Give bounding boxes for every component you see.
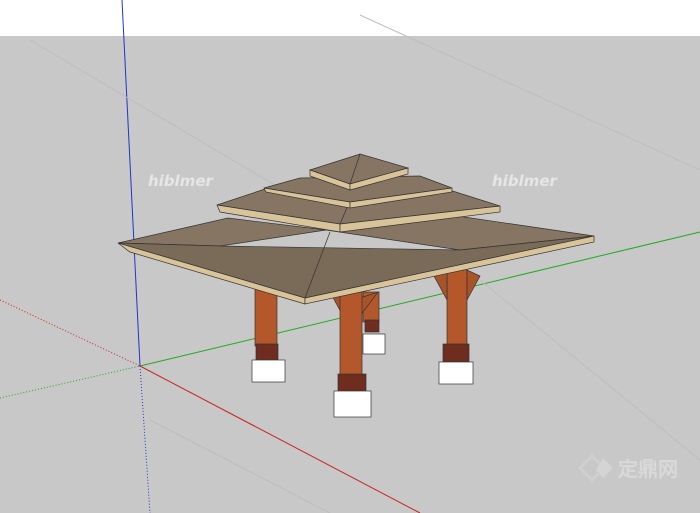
sketchup-viewport[interactable]: hiblmer hiblmer 定鼎网 (0, 0, 700, 513)
brand-name: 定鼎网 (618, 457, 678, 481)
sky-background (0, 0, 700, 36)
watermark-right: hiblmer (492, 172, 559, 190)
watermark-left: hiblmer (148, 172, 215, 190)
